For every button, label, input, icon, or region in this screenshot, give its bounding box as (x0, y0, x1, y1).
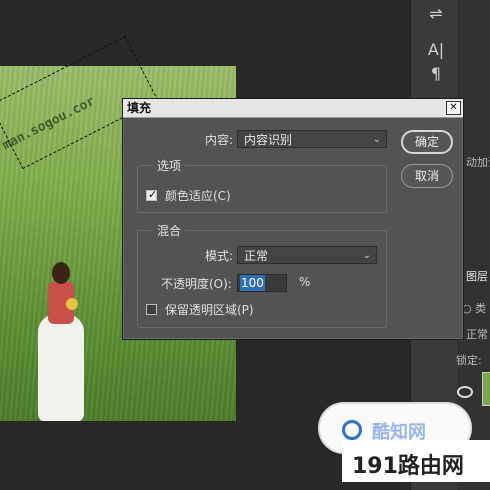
tab-layers[interactable]: 图层 (466, 268, 488, 284)
logo-band-text: 191路由网 (352, 454, 464, 479)
logo-band: 191路由网 (342, 440, 490, 482)
dialog-titlebar[interactable]: 填充 ✕ (123, 99, 463, 118)
close-icon[interactable]: ✕ (446, 101, 461, 115)
paragraph-icon[interactable]: ¶ (419, 62, 453, 86)
content-label: 内容: (205, 133, 234, 147)
cancel-button[interactable]: 取消 (401, 164, 453, 188)
fill-dialog: 填充 ✕ 内容: 内容识别 ⌄ 确定 取消 选项 颜色适应(C) 混合 模式: … (122, 98, 464, 340)
options-group-title: 选项 (153, 157, 186, 174)
eye-icon[interactable] (457, 386, 473, 398)
mode-label: 模式: (205, 249, 234, 263)
opacity-label: 不透明度(O): (161, 277, 232, 291)
preserve-transparency-label[interactable]: 保留透明区域(P) (165, 301, 254, 318)
preserve-transparency-checkbox[interactable] (146, 304, 157, 315)
character-icon[interactable]: A| (419, 38, 453, 62)
auto-adjust-label: 动加调 (466, 156, 490, 169)
mode-select-value: 正常 (244, 249, 269, 263)
color-adapt-label[interactable]: 颜色适应(C) (165, 187, 231, 204)
opacity-input[interactable]: 100 (237, 274, 287, 292)
blend-group-title: 混合 (153, 222, 186, 239)
site-logo: 酷知网 191路由网 (316, 398, 490, 490)
layer-blend-mode[interactable]: 正常 (466, 326, 488, 342)
chevron-down-icon: ⌄ (372, 134, 381, 145)
mode-select[interactable]: 正常 ⌄ (237, 246, 377, 264)
dialog-title: 填充 (127, 101, 152, 115)
opacity-unit: % (299, 275, 311, 289)
opacity-value: 100 (240, 275, 265, 291)
logo-q-icon (342, 420, 362, 440)
ok-button[interactable]: 确定 (401, 130, 453, 154)
content-select-value: 内容识别 (244, 133, 293, 147)
color-adapt-checkbox[interactable] (146, 188, 157, 201)
chevron-down-icon: ⌄ (362, 250, 371, 261)
adjust-icon[interactable]: ⇌ (419, 2, 453, 26)
layer-kind-filter[interactable]: ○ 类 (462, 300, 486, 316)
lock-label: 锁定: (456, 354, 482, 367)
content-select[interactable]: 内容识别 ⌄ (237, 130, 387, 148)
photo-person (36, 262, 88, 421)
